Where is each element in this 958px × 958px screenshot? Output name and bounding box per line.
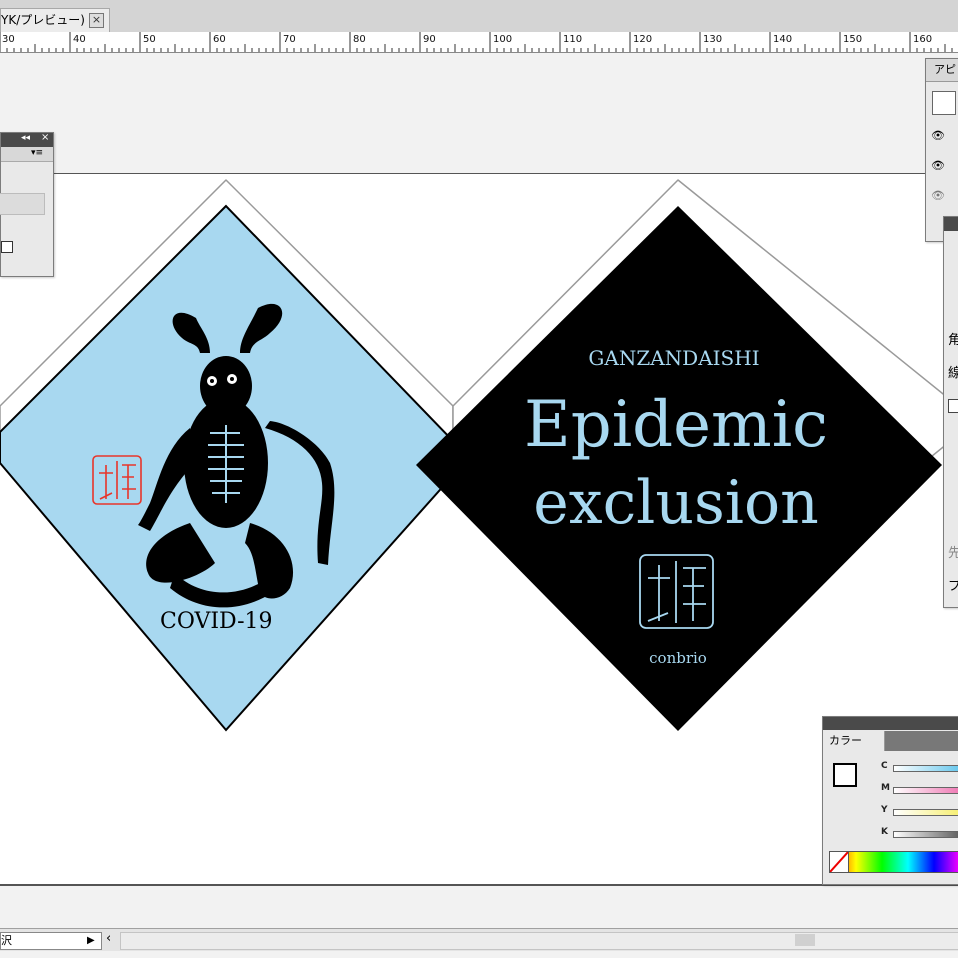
left-floating-panel[interactable]: ◂◂ × ▾≡ xyxy=(0,132,54,277)
ruler-label: 50 xyxy=(143,34,156,45)
document-tab-bar: YK/プレビュー) × xyxy=(0,0,958,33)
horizontal-ruler[interactable]: 30 40 50 60 70 80 90 100 110 120 130 140… xyxy=(0,32,958,53)
yellow-label: Y xyxy=(881,805,888,815)
right-title-line2: exclusion xyxy=(533,468,819,538)
ruler-label: 120 xyxy=(633,34,653,45)
ruler-label: 140 xyxy=(773,34,793,45)
magenta-track[interactable] xyxy=(893,787,958,794)
status-label: 沢 xyxy=(1,934,12,947)
eye-icon[interactable]: 👁 xyxy=(930,129,946,143)
color-panel-titlebar[interactable] xyxy=(823,717,958,730)
appearance-swatch[interactable] xyxy=(932,91,956,115)
collapse-icon[interactable]: ◂◂ xyxy=(21,133,30,143)
ruler-label: 70 xyxy=(283,34,296,45)
panel-field[interactable] xyxy=(0,193,45,215)
appearance-tab-label: アピ xyxy=(934,63,956,76)
none-swatch-icon[interactable] xyxy=(829,851,849,873)
panel-titlebar[interactable]: ◂◂ × xyxy=(1,132,53,147)
stroke-label: 先 xyxy=(948,546,958,561)
color-panel[interactable]: カラー C M Y K xyxy=(822,716,958,885)
stroke-label: 角 xyxy=(948,333,958,348)
ruler-label: 100 xyxy=(493,34,513,45)
magenta-slider[interactable]: M xyxy=(881,783,958,797)
cyan-slider[interactable]: C xyxy=(881,761,958,775)
black-track[interactable] xyxy=(893,831,958,838)
stroke-panel-titlebar[interactable] xyxy=(944,217,958,231)
magenta-label: M xyxy=(881,783,890,793)
ruler-label: 130 xyxy=(703,34,723,45)
stroke-checkbox[interactable] xyxy=(948,399,958,413)
document-tab-title: YK/プレビュー) xyxy=(1,13,85,27)
scroll-thumb[interactable] xyxy=(795,934,815,946)
black-slider[interactable]: K xyxy=(881,827,958,841)
close-icon[interactable]: × xyxy=(41,132,49,143)
right-footer: conbrio xyxy=(649,649,707,667)
appearance-tab[interactable]: アピ xyxy=(926,59,958,82)
ruler-label: 60 xyxy=(213,34,226,45)
panel-menu-icon[interactable]: ▾≡ xyxy=(31,148,43,158)
ruler-label: 80 xyxy=(353,34,366,45)
yellow-track[interactable] xyxy=(893,809,958,816)
black-label: K xyxy=(881,827,888,837)
status-dropdown[interactable]: 沢 ▶ xyxy=(0,932,102,950)
appearance-panel[interactable]: アピ 👁 👁 👁 xyxy=(925,58,958,242)
ruler-label: 110 xyxy=(563,34,583,45)
eye-icon[interactable]: 👁 xyxy=(930,189,946,203)
yellow-slider[interactable]: Y xyxy=(881,805,958,819)
ruler-label: 150 xyxy=(843,34,863,45)
left-caption: COVID-19 xyxy=(160,609,273,634)
ruler-label: 90 xyxy=(423,34,436,45)
stroke-panel[interactable]: 角 線 先 プ xyxy=(943,216,958,608)
panel-tool-icon[interactable] xyxy=(1,241,13,253)
ruler-label: 40 xyxy=(73,34,86,45)
document-tab[interactable]: YK/プレビュー) × xyxy=(0,8,110,32)
eye-icon[interactable]: 👁 xyxy=(930,159,946,173)
cyan-track[interactable] xyxy=(893,765,958,772)
ruler-label: 160 xyxy=(913,34,933,45)
stroke-label: 線 xyxy=(948,366,958,381)
color-tab-label: カラー xyxy=(829,734,862,747)
chevron-left-icon[interactable]: ‹ xyxy=(106,931,111,946)
ruler-label: 30 xyxy=(2,34,15,45)
status-bar: 沢 ▶ ‹ xyxy=(0,928,958,951)
cyan-label: C xyxy=(881,761,888,771)
artwork[interactable]: COVID-19 GANZANDAISHI Epidemic exclusion… xyxy=(0,53,958,928)
stroke-label: プ xyxy=(948,579,958,594)
right-heading: GANZANDAISHI xyxy=(588,346,759,370)
right-title-line1: Epidemic xyxy=(524,388,828,462)
horizontal-scrollbar[interactable] xyxy=(120,932,958,950)
play-icon[interactable]: ▶ xyxy=(87,933,95,949)
canvas[interactable]: COVID-19 GANZANDAISHI Epidemic exclusion… xyxy=(0,53,958,928)
color-tab[interactable]: カラー xyxy=(823,731,885,751)
color-tab-strip xyxy=(885,731,958,751)
panel-subhead: ▾≡ xyxy=(1,147,53,162)
close-icon[interactable]: × xyxy=(89,13,104,28)
fill-swatch[interactable] xyxy=(833,763,857,787)
